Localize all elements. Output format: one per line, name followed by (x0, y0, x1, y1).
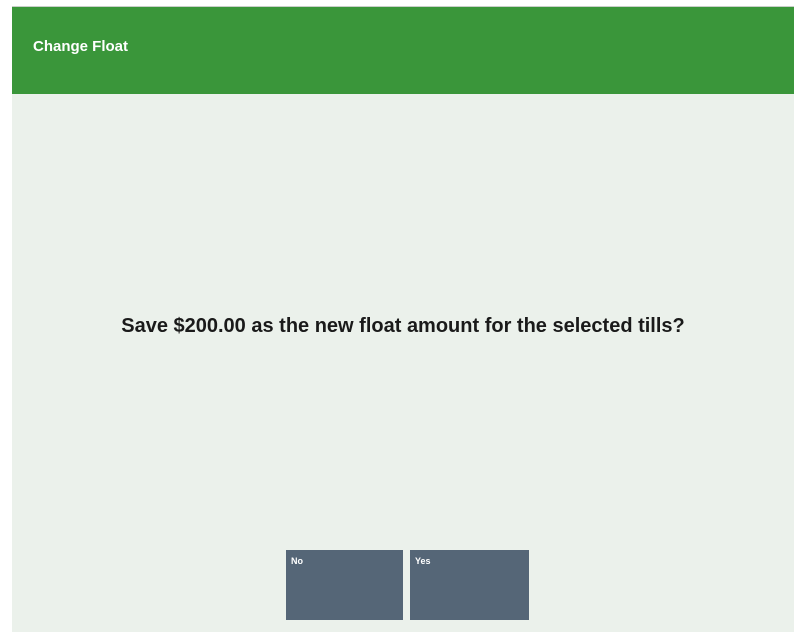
header-bar: Change Float (12, 7, 794, 94)
no-button[interactable]: No (286, 550, 403, 620)
yes-button-label: Yes (415, 556, 431, 566)
change-float-window: Change Float Save $200.00 as the new flo… (12, 6, 794, 632)
yes-button[interactable]: Yes (410, 550, 529, 620)
confirmation-message: Save $200.00 as the new float amount for… (121, 315, 685, 337)
page-title: Change Float (33, 38, 129, 55)
no-button-label: No (291, 556, 303, 566)
